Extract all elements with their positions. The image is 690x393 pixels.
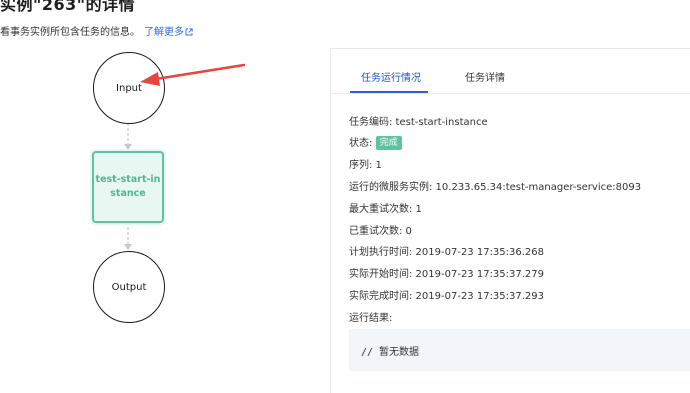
tab-divider xyxy=(331,93,690,94)
result-box: // 暂无数据 xyxy=(349,329,690,371)
result-label: 运行结果: xyxy=(349,313,393,324)
sequence-field: 序列: 1 xyxy=(349,160,382,171)
task-code-field: 任务编码: test-start-instance xyxy=(349,117,488,128)
tab-task-run-status[interactable]: 任务运行情况 xyxy=(361,69,421,84)
annotation-arrow-icon xyxy=(140,63,246,86)
actual-start-field: 实际开始时间: 2019-07-23 17:35:37.279 xyxy=(349,269,545,280)
service-instance-field: 运行的微服务实例: 10.233.65.34:test-manager-serv… xyxy=(349,182,642,193)
detail-tabs: 任务运行情况 任务详情 xyxy=(331,49,690,94)
planned-time-field: 计划执行时间: 2019-07-23 17:35:36.268 xyxy=(349,247,545,258)
task-flow-diagram: Input test-start-in stance Output xyxy=(0,0,330,392)
retried-count-field: 已重试次数: 0 xyxy=(349,226,412,237)
actual-finish-field: 实际完成时间: 2019-07-23 17:35:37.293 xyxy=(349,291,545,302)
tab-task-detail[interactable]: 任务详情 xyxy=(465,69,505,84)
result-value: // 暂无数据 xyxy=(361,347,420,358)
status-label: 状态: xyxy=(349,138,373,149)
status-badge: 完成 xyxy=(375,136,402,150)
status-field: 状态: 完成 xyxy=(349,134,402,150)
max-retry-field: 最大重试次数: 1 xyxy=(349,204,422,215)
task-detail-panel: 任务运行情况 任务详情 任务编码: test-start-instance 状态… xyxy=(330,48,690,393)
